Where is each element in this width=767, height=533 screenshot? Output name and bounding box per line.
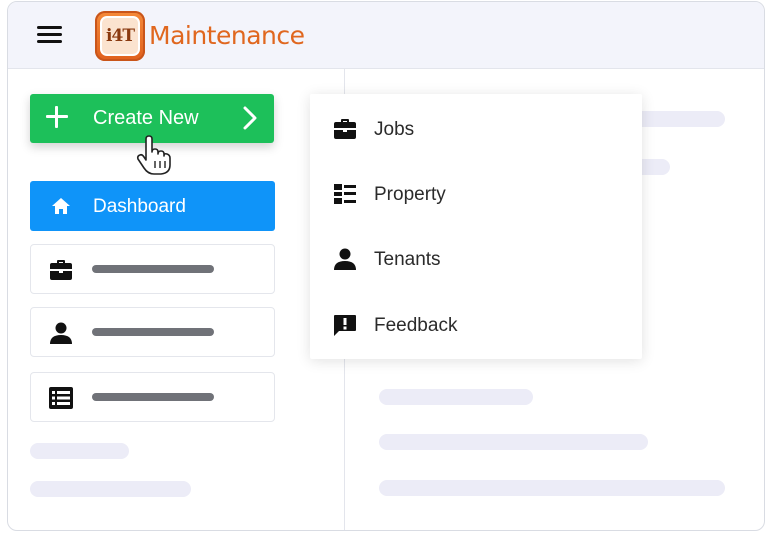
placeholder-bar (92, 328, 214, 336)
chevron-right-icon (243, 106, 257, 130)
plus-icon (45, 105, 69, 129)
menu-item-label: Feedback (374, 315, 458, 336)
menu-item-label: Property (374, 184, 446, 205)
person-icon (50, 322, 72, 344)
sidebar-item-jobs[interactable] (30, 244, 275, 294)
placeholder-bar (92, 265, 214, 273)
menu-item-feedback[interactable]: Feedback (310, 294, 642, 354)
menu-item-tenants[interactable]: Tenants (310, 228, 642, 288)
skeleton-line (633, 111, 725, 127)
menu-item-label: Jobs (374, 119, 415, 140)
sidebar-item-dashboard[interactable]: Dashboard (30, 181, 275, 231)
property-list-icon (334, 184, 356, 204)
skeleton-line (379, 434, 648, 450)
create-new-dropdown: Jobs Property Tenants Feedback (310, 94, 642, 359)
briefcase-icon (50, 260, 72, 280)
person-icon (334, 248, 356, 270)
sidebar-item-list[interactable] (30, 372, 275, 422)
skeleton-line (30, 443, 129, 459)
skeleton-line (30, 481, 191, 497)
app-window: i4T Maintenance Create New Dashboard Job… (7, 1, 765, 531)
briefcase-icon (334, 119, 356, 139)
app-logo: i4T (95, 11, 145, 61)
placeholder-bar (92, 393, 214, 401)
skeleton-line (379, 480, 725, 496)
home-icon (52, 198, 70, 214)
menu-item-jobs[interactable]: Jobs (310, 98, 642, 158)
list-icon (49, 387, 73, 409)
sidebar-item-tenants[interactable] (30, 307, 275, 357)
create-new-label: Create New (93, 107, 199, 129)
hamburger-menu-icon[interactable] (36, 24, 64, 46)
sidebar-item-label: Dashboard (93, 196, 186, 217)
app-title: Maintenance (149, 21, 305, 50)
menu-item-label: Tenants (374, 249, 441, 270)
feedback-icon (334, 315, 356, 336)
menu-item-property[interactable]: Property (310, 163, 642, 223)
top-bar: i4T Maintenance (8, 2, 764, 69)
hand-pointer-cursor-icon (136, 135, 171, 175)
logo-text: i4T (100, 16, 140, 56)
skeleton-line (379, 389, 533, 405)
